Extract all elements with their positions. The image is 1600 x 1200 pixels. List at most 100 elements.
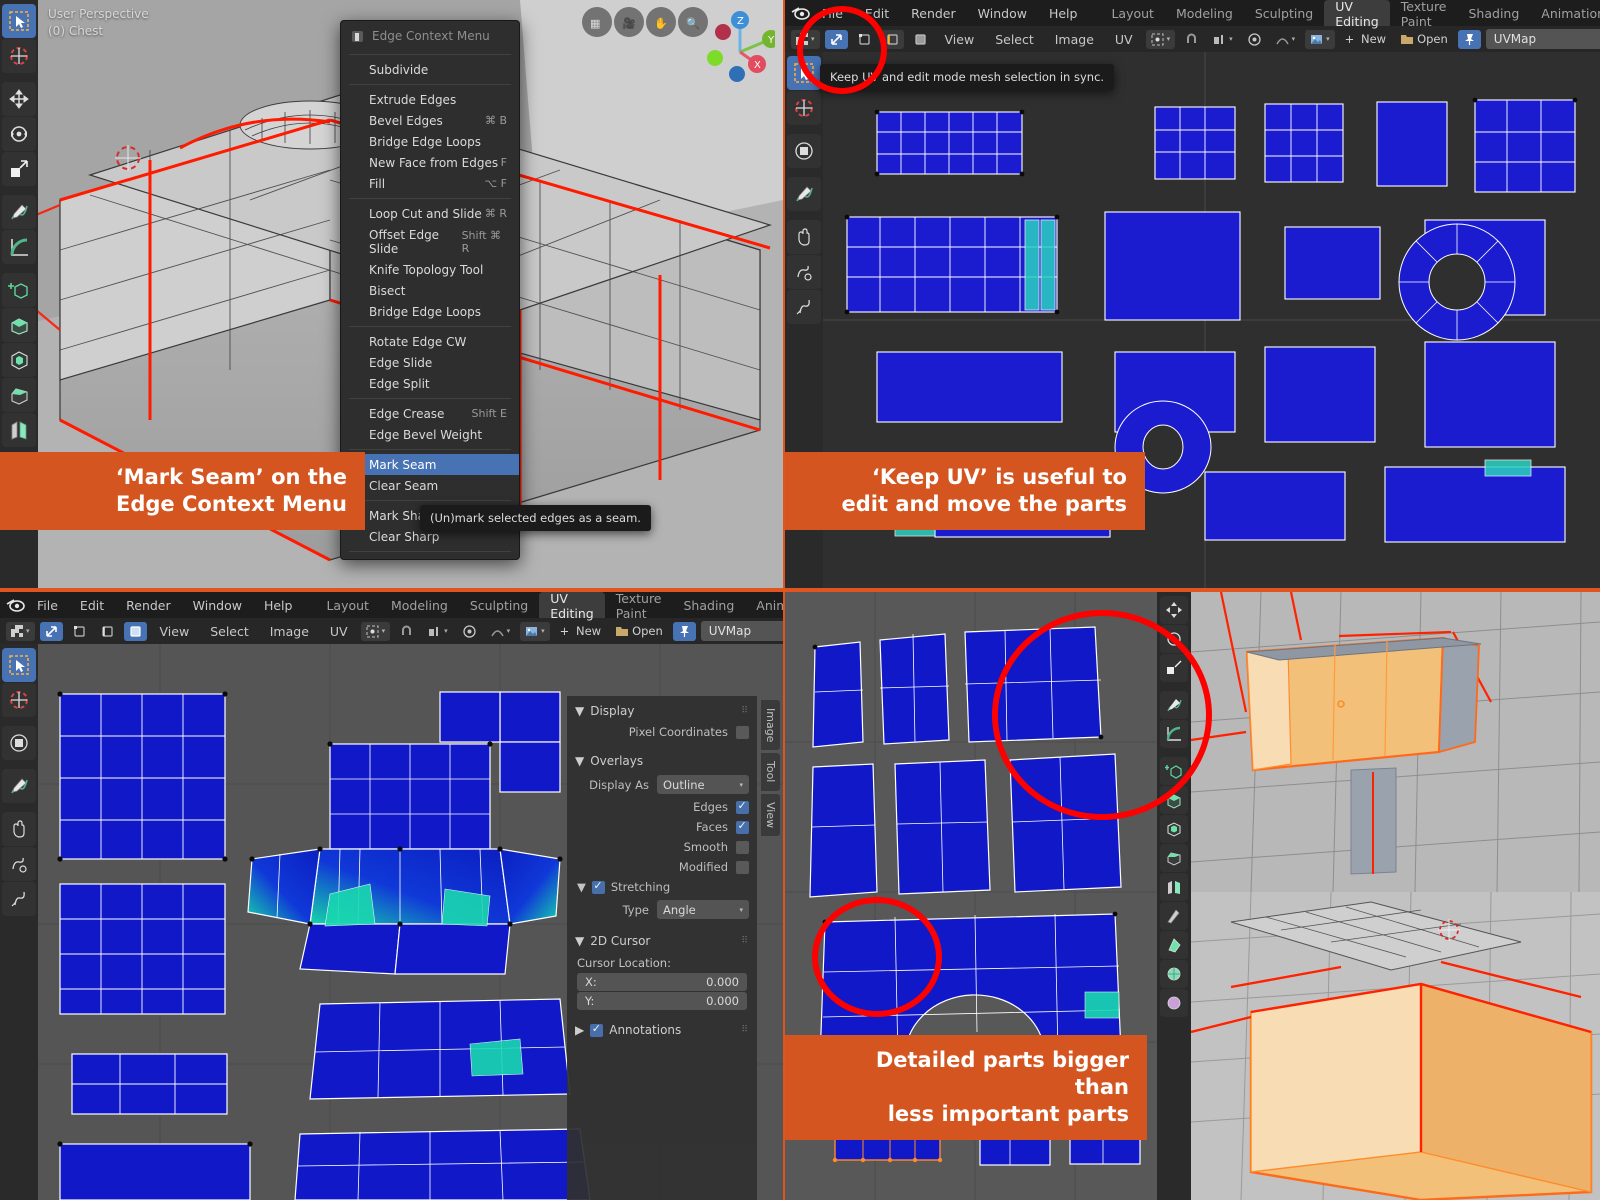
open-image-button[interactable]: Open: [1396, 30, 1453, 49]
menu-item-edge-split[interactable]: Edge Split: [341, 373, 519, 394]
stretching-checkbox[interactable]: [591, 879, 605, 894]
uv-menu-image[interactable]: Image: [262, 622, 317, 641]
display-section-header[interactable]: ▼ Display ⠿: [567, 700, 757, 722]
uv-tool-grab-icon[interactable]: [2, 812, 36, 846]
uv-menu-uv[interactable]: UV: [1107, 30, 1141, 49]
tool-rotate-icon[interactable]: [2, 117, 36, 151]
menu-edit[interactable]: Edit: [69, 595, 115, 616]
open-image-button[interactable]: Open: [611, 622, 668, 641]
uv-menu-select[interactable]: Select: [202, 622, 257, 641]
pixel-coordinates-row[interactable]: Pixel Coordinates: [567, 722, 757, 742]
uv-select-face-icon[interactable]: [909, 30, 932, 49]
display-as-row[interactable]: Display As Outline ▾: [567, 772, 757, 797]
menu-item-extrude-edges[interactable]: Extrude Edges: [341, 89, 519, 110]
edges-checkbox[interactable]: [736, 799, 749, 814]
uv-tool-pinch-icon[interactable]: [2, 882, 36, 916]
tab-uv-editing[interactable]: UV Editing: [1324, 0, 1390, 29]
tool-scale-icon[interactable]: [2, 152, 36, 186]
menu-item-edge-crease[interactable]: Edge Crease Shift E: [341, 403, 519, 424]
tool-knife-icon[interactable]: [1160, 902, 1188, 930]
uv-menu-select[interactable]: Select: [987, 30, 1042, 49]
uv-tool-relax-icon[interactable]: [787, 255, 821, 289]
tab-shading[interactable]: Shading: [673, 592, 746, 618]
tab-layout[interactable]: Layout: [315, 592, 380, 618]
menu-item-edge-bevel-weight[interactable]: Edge Bevel Weight: [341, 424, 519, 445]
snap-target-icon[interactable]: ▾: [1208, 30, 1238, 49]
snap-magnet-icon[interactable]: [395, 622, 418, 641]
uvmap-name-field[interactable]: UVMap: [700, 621, 783, 641]
tab-texture-paint[interactable]: Texture Paint: [605, 592, 673, 621]
uv-sidebar-panel[interactable]: ▼ Display ⠿ Pixel Coordinates ▼ Overlays: [567, 696, 757, 1200]
viewport-nav-gizmo[interactable]: ▦ 🎥 ✋ 🔍 Z Y X: [575, 2, 775, 92]
tool-extrude-region-icon[interactable]: [2, 308, 36, 342]
tool-move-icon[interactable]: [2, 82, 36, 116]
tab-layout[interactable]: Layout: [1100, 0, 1165, 26]
sidebar-tab-tool[interactable]: Tool: [761, 753, 780, 791]
tab-modeling[interactable]: Modeling: [1165, 0, 1244, 26]
menu-window[interactable]: Window: [967, 3, 1038, 24]
menu-item-bridge-edge-loops-2[interactable]: Bridge Edge Loops: [341, 301, 519, 322]
falloff-curve-icon[interactable]: ▾: [486, 622, 516, 641]
uv-tool-pinch-icon[interactable]: [787, 290, 821, 324]
uv-tool-tweak-icon[interactable]: [2, 648, 36, 682]
tab-sculpting[interactable]: Sculpting: [1244, 0, 1324, 26]
menu-item-rotate-edge-cw[interactable]: Rotate Edge CW: [341, 331, 519, 352]
tool-tweak-select-icon[interactable]: [2, 4, 36, 38]
proportional-edit-icon[interactable]: [1243, 30, 1266, 49]
drag-grip-icon[interactable]: ⠿: [741, 706, 749, 716]
menu-render[interactable]: Render: [115, 595, 182, 616]
uv-menu-view[interactable]: View: [152, 622, 198, 641]
menu-help[interactable]: Help: [1038, 3, 1089, 24]
menu-bar[interactable]: File Edit Render Window Help Layout Mode…: [0, 592, 783, 621]
faces-checkbox[interactable]: [736, 819, 749, 834]
disclosure-triangle-icon[interactable]: ▶: [575, 1023, 584, 1037]
uv-menu-image[interactable]: Image: [1047, 30, 1102, 49]
menu-item-bevel-edges[interactable]: Bevel Edges ⌘ B: [341, 110, 519, 131]
workspace-tabs[interactable]: Layout Modeling Sculpting UV Editing Tex…: [1100, 0, 1600, 29]
edges-row[interactable]: Edges: [567, 797, 757, 817]
tool-smooth-icon[interactable]: [1160, 960, 1188, 988]
pin-uvmap-icon[interactable]: [1457, 29, 1481, 49]
tool-loopcut-icon[interactable]: [1160, 873, 1188, 901]
uv-tool-transform-icon[interactable]: [787, 134, 821, 168]
pin-uvmap-icon[interactable]: [672, 621, 696, 641]
tool-bevel-icon[interactable]: [2, 378, 36, 412]
stretching-type-row[interactable]: Type Angle ▾: [567, 897, 757, 922]
detail-3d-viewport[interactable]: [1191, 592, 1600, 1200]
sidebar-tab-image[interactable]: Image: [761, 700, 780, 751]
uv-tool-transform-icon[interactable]: [2, 726, 36, 760]
menu-item-bridge-edge-loops[interactable]: Bridge Edge Loops: [341, 131, 519, 152]
modified-checkbox[interactable]: [736, 860, 749, 874]
sidebar-tab-view[interactable]: View: [761, 793, 780, 836]
uv-select-face-icon[interactable]: [123, 621, 147, 641]
uv-select-vertex-icon[interactable]: [68, 622, 91, 641]
menu-item-new-face-from-edges[interactable]: New Face from Edges F: [341, 152, 519, 173]
tool-move-icon[interactable]: [1160, 596, 1188, 624]
proportional-edit-icon[interactable]: [458, 622, 481, 641]
tool-shrink-fatten-icon[interactable]: [1160, 989, 1188, 1017]
tab-texture-paint[interactable]: Texture Paint: [1390, 0, 1458, 29]
menu-bar[interactable]: File Edit Render Window Help Layout Mode…: [785, 0, 1600, 29]
falloff-curve-icon[interactable]: ▾: [1271, 30, 1301, 49]
modified-row[interactable]: Modified: [567, 857, 757, 877]
uv-tool-annotate-icon[interactable]: [787, 177, 821, 211]
editor-type-icon[interactable]: ▾: [6, 621, 35, 641]
pivot-point-icon[interactable]: ▾: [360, 621, 391, 641]
tool-loopcut-icon[interactable]: [2, 413, 36, 447]
drag-grip-icon[interactable]: ⠿: [741, 936, 749, 946]
image-browse-icon[interactable]: ▾: [520, 621, 550, 641]
edge-context-menu[interactable]: Edge Context Menu Subdivide Extrude Edge…: [340, 20, 520, 560]
tool-inset-faces-icon[interactable]: [2, 343, 36, 377]
disclosure-triangle-icon[interactable]: ▼: [575, 934, 584, 948]
image-browse-icon[interactable]: ▾: [1305, 29, 1335, 49]
uv-sync-selection-icon[interactable]: [39, 621, 63, 641]
annotations-checkbox[interactable]: [590, 1022, 604, 1037]
tool-poly-build-icon[interactable]: [1160, 931, 1188, 959]
stretching-row[interactable]: ▼ Stretching: [567, 877, 757, 897]
cursor-section-header[interactable]: ▼ 2D Cursor ⠿: [567, 930, 757, 952]
workspace-tabs[interactable]: Layout Modeling Sculpting UV Editing Tex…: [315, 592, 783, 621]
cursor-x-field[interactable]: X: 0.000: [567, 973, 757, 991]
menu-item-offset-edge-slide[interactable]: Offset Edge Slide Shift ⌘ R: [341, 224, 519, 259]
menu-item-subdivide[interactable]: Subdivide: [341, 59, 519, 80]
disclosure-triangle-icon[interactable]: ▼: [575, 754, 584, 768]
